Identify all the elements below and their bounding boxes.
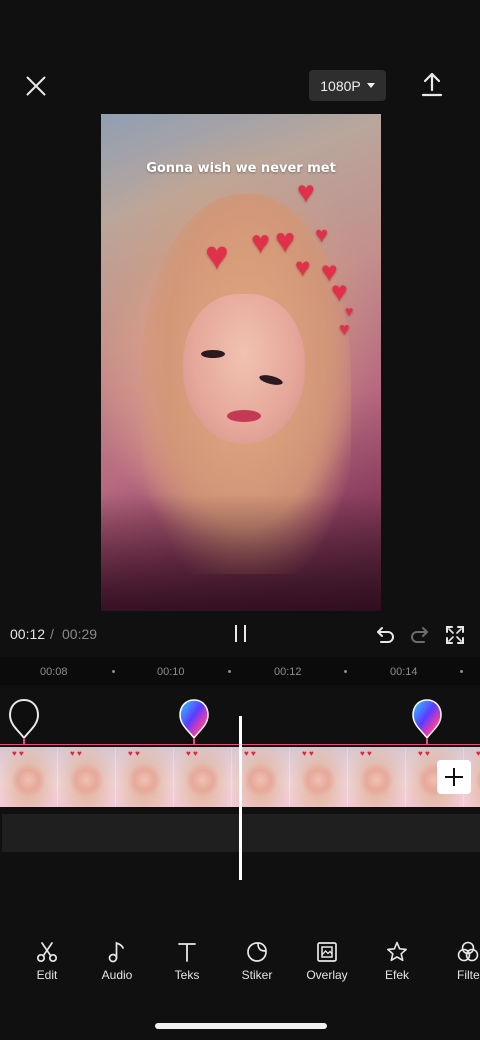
ruler-label: 00:10 bbox=[157, 666, 185, 678]
star-effect-icon bbox=[387, 941, 407, 962]
beat-marker-empty-icon[interactable] bbox=[8, 698, 40, 744]
tool-text[interactable]: Teks bbox=[152, 932, 222, 988]
tool-filter[interactable]: Filte bbox=[432, 932, 480, 988]
add-clip-button[interactable] bbox=[437, 760, 471, 794]
sticker-icon bbox=[247, 942, 267, 962]
heart-sticker: ♥ bbox=[295, 252, 311, 282]
scissors-icon bbox=[36, 942, 58, 963]
total-time: 00:29 bbox=[62, 626, 98, 642]
close-icon[interactable] bbox=[22, 72, 50, 100]
ruler-dot bbox=[112, 670, 115, 673]
undo-icon[interactable] bbox=[374, 624, 396, 646]
export-button[interactable] bbox=[418, 70, 446, 100]
tool-label: Efek bbox=[384, 968, 409, 982]
tool-label: Edit bbox=[36, 968, 58, 982]
clip-thumbnail bbox=[0, 747, 58, 807]
tool-label: Teks bbox=[174, 968, 200, 982]
clip-thumbnail bbox=[348, 747, 406, 807]
video-preview[interactable]: ♥ ♥ ♥ ♥ ♥ ♥ ♥ ♥ ♥ ♥ Gonna wish we never … bbox=[101, 114, 381, 611]
preview-eye-left bbox=[201, 350, 225, 358]
beat-marker-icon[interactable] bbox=[178, 698, 210, 744]
heart-sticker: ♥ bbox=[297, 176, 315, 209]
bottom-toolbar: Edit Audio Teks Stiker Overlay Efek Filt… bbox=[0, 932, 480, 992]
music-note-icon bbox=[108, 941, 124, 963]
tool-sticker[interactable]: Stiker bbox=[222, 932, 292, 988]
beat-marker-icon[interactable] bbox=[411, 698, 443, 744]
tool-label: Stiker bbox=[241, 968, 273, 982]
overlay-icon bbox=[317, 942, 337, 962]
ruler-label: 00:14 bbox=[390, 666, 418, 678]
heart-sticker: ♥ bbox=[251, 224, 270, 260]
heart-sticker: ♥ bbox=[205, 234, 229, 278]
preview-lips bbox=[227, 410, 261, 422]
heart-sticker: ♥ bbox=[345, 303, 354, 319]
tool-audio[interactable]: Audio bbox=[82, 932, 152, 988]
video-editor-screen: 1080P ♥ ♥ ♥ ♥ ♥ ♥ ♥ ♥ ♥ ♥ Gonna wish we … bbox=[0, 0, 480, 1040]
heart-sticker: ♥ bbox=[339, 319, 350, 339]
heart-sticker: ♥ bbox=[331, 276, 348, 307]
home-indicator[interactable] bbox=[155, 1023, 327, 1029]
ruler-label: 00:08 bbox=[40, 666, 68, 678]
pause-icon bbox=[244, 625, 246, 642]
heart-sticker: ♥ bbox=[275, 222, 296, 260]
heart-sticker: ♥ bbox=[315, 222, 329, 247]
pause-button[interactable] bbox=[232, 625, 250, 643]
clip-thumbnail bbox=[174, 747, 232, 807]
tool-label: Filte bbox=[457, 968, 480, 982]
clip-thumbnail bbox=[58, 747, 116, 807]
resolution-button[interactable]: 1080P bbox=[309, 70, 386, 101]
current-time: 00:12 bbox=[10, 626, 46, 642]
ruler-dot bbox=[344, 670, 347, 673]
tool-overlay[interactable]: Overlay bbox=[292, 932, 362, 988]
tool-edit[interactable]: Edit bbox=[12, 932, 82, 988]
ruler-dot bbox=[460, 670, 463, 673]
filter-icon bbox=[457, 941, 479, 962]
caret-down-icon bbox=[366, 83, 375, 88]
text-icon bbox=[178, 943, 196, 962]
preview-shadow bbox=[101, 494, 381, 611]
pause-icon bbox=[235, 625, 237, 642]
preview-caption: Gonna wish we never met bbox=[146, 161, 336, 176]
time-separator: / bbox=[50, 626, 54, 642]
fullscreen-icon[interactable] bbox=[444, 624, 466, 646]
tool-effects[interactable]: Efek bbox=[362, 932, 432, 988]
ruler-dot bbox=[228, 670, 231, 673]
ruler-label: 00:12 bbox=[274, 666, 302, 678]
clip-thumbnail bbox=[116, 747, 174, 807]
resolution-label: 1080P bbox=[320, 77, 361, 94]
playhead[interactable] bbox=[239, 716, 242, 880]
tool-label: Audio bbox=[101, 968, 133, 982]
upload-icon bbox=[421, 72, 443, 97]
tool-label: Overlay bbox=[306, 968, 348, 982]
clip-thumbnail bbox=[290, 747, 348, 807]
redo-icon[interactable] bbox=[409, 624, 431, 646]
